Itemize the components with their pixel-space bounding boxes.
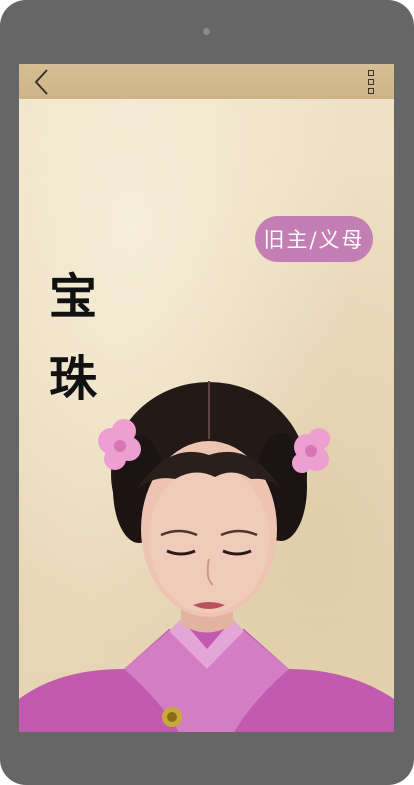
screen: 旧主/义母 宝 珠: [19, 64, 394, 732]
relation-tag[interactable]: 旧主/义母: [255, 216, 373, 262]
chevron-left-icon: [34, 69, 48, 95]
back-button[interactable]: [29, 68, 55, 96]
front-camera: [203, 28, 210, 35]
more-menu-button[interactable]: [366, 70, 376, 94]
device-frame: 旧主/义母 宝 珠: [0, 0, 414, 785]
menu-square-icon: [368, 70, 374, 76]
character-name-char-1: 宝: [48, 269, 97, 325]
character-portrait: [19, 381, 394, 732]
top-nav-bar: [19, 64, 394, 99]
menu-square-icon: [368, 79, 374, 85]
menu-square-icon: [368, 88, 374, 94]
